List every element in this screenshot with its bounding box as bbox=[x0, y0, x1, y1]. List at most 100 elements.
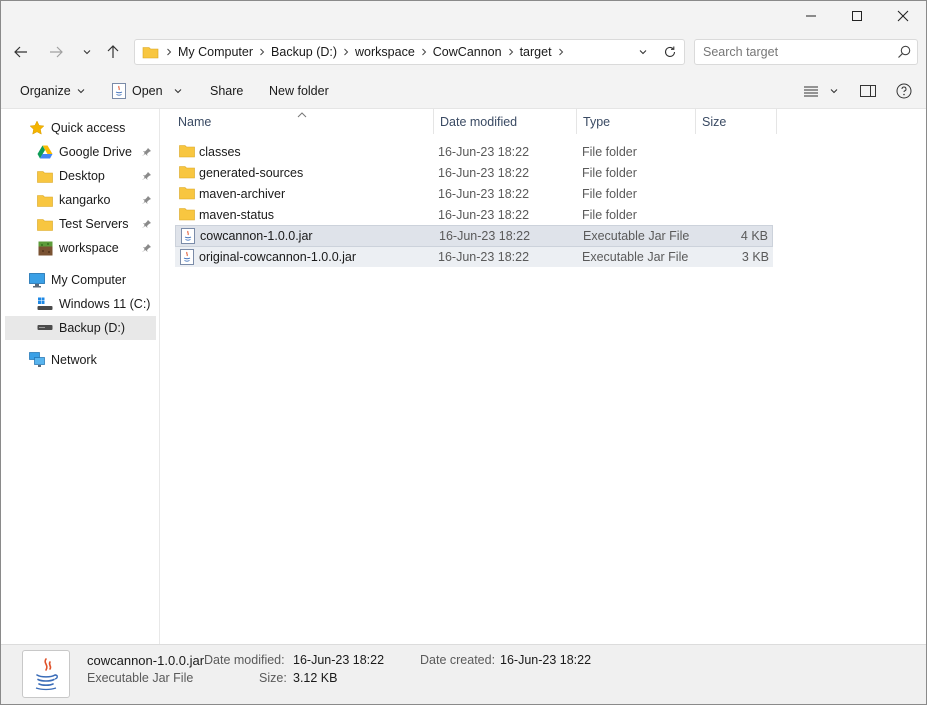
pin-icon[interactable] bbox=[141, 212, 153, 236]
organize-button[interactable]: Organize bbox=[20, 73, 86, 109]
details-size-label: Size: bbox=[259, 671, 287, 685]
sidebar-item-label: Desktop bbox=[59, 169, 105, 183]
sidebar-item-workspace[interactable]: workspace bbox=[37, 236, 119, 260]
address-row: My Computer Backup (D:) workspace CowCan… bbox=[1, 33, 926, 73]
sidebar-item-label: Backup (D:) bbox=[59, 321, 125, 335]
sidebar-item-label: Google Drive bbox=[59, 145, 132, 159]
details-pane: cowcannon-1.0.0.jar Executable Jar File … bbox=[1, 644, 926, 704]
share-button[interactable]: Share bbox=[210, 73, 243, 109]
preview-pane-button[interactable] bbox=[860, 73, 876, 109]
sidebar-item-label: Quick access bbox=[51, 121, 126, 135]
minecraft-block-icon bbox=[37, 240, 53, 256]
arrow-up-icon bbox=[107, 45, 119, 58]
chevron-right-icon bbox=[162, 48, 176, 56]
refresh-button[interactable] bbox=[656, 40, 684, 64]
pin-icon[interactable] bbox=[141, 164, 153, 188]
column-header-size[interactable]: Size bbox=[696, 109, 777, 134]
sidebar-item-label: Network bbox=[51, 353, 97, 367]
drive-icon bbox=[37, 320, 53, 336]
file-name: original-cowcannon-1.0.0.jar bbox=[199, 250, 357, 264]
chevron-down-icon bbox=[174, 89, 181, 94]
breadcrumb-workspace[interactable]: workspace bbox=[353, 45, 417, 59]
sidebar-item-kangarko[interactable]: kangarko bbox=[37, 188, 110, 212]
sidebar-item-label: Test Servers bbox=[59, 217, 129, 231]
open-button[interactable]: Open bbox=[111, 73, 183, 109]
up-button[interactable] bbox=[100, 40, 126, 64]
file-list: Name Date modified Type Size classes 16-… bbox=[161, 109, 926, 644]
sidebar-item-google-drive[interactable]: Google Drive bbox=[37, 140, 132, 164]
details-date-created: 16-Jun-23 18:22 bbox=[500, 653, 592, 667]
arrow-right-icon bbox=[50, 46, 63, 58]
sidebar-item-desktop[interactable]: Desktop bbox=[37, 164, 105, 188]
maximize-button[interactable] bbox=[834, 1, 880, 31]
file-row[interactable]: maven-archiver 16-Jun-23 18:22 File fold… bbox=[175, 184, 773, 204]
sidebar-item-test-servers[interactable]: Test Servers bbox=[37, 212, 128, 236]
folder-icon bbox=[179, 144, 195, 160]
file-thumbnail bbox=[22, 650, 70, 698]
breadcrumb-my-computer[interactable]: My Computer bbox=[176, 45, 255, 59]
file-size: 3 KB bbox=[741, 250, 769, 264]
file-name: cowcannon-1.0.0.jar bbox=[200, 229, 313, 243]
search-icon[interactable] bbox=[897, 45, 911, 62]
file-type: Executable Jar File bbox=[583, 229, 690, 243]
breadcrumb-backup-drive[interactable]: Backup (D:) bbox=[269, 45, 339, 59]
chevron-down-icon bbox=[639, 50, 647, 55]
sidebar-item-label: workspace bbox=[59, 241, 119, 255]
chevron-right-icon[interactable] bbox=[255, 48, 269, 56]
breadcrumb: My Computer Backup (D:) workspace CowCan… bbox=[176, 45, 568, 59]
address-controls bbox=[630, 40, 684, 64]
close-button[interactable] bbox=[880, 1, 926, 31]
new-folder-button[interactable]: New folder bbox=[269, 73, 329, 109]
breadcrumb-target[interactable]: target bbox=[518, 45, 554, 59]
chevron-right-icon[interactable] bbox=[339, 48, 353, 56]
arrow-left-icon bbox=[14, 46, 27, 58]
address-history-button[interactable] bbox=[630, 40, 656, 64]
search-box bbox=[694, 39, 918, 65]
file-row[interactable]: classes 16-Jun-23 18:22 File folder bbox=[175, 142, 773, 162]
address-bar[interactable]: My Computer Backup (D:) workspace CowCan… bbox=[134, 39, 685, 65]
details-date-modified: 16-Jun-23 18:22 bbox=[293, 653, 385, 667]
back-button[interactable] bbox=[8, 40, 34, 64]
pin-icon[interactable] bbox=[141, 140, 153, 164]
file-type: Executable Jar File bbox=[582, 250, 689, 264]
file-row[interactable]: generated-sources 16-Jun-23 18:22 File f… bbox=[175, 163, 773, 183]
chevron-down-icon bbox=[77, 89, 85, 94]
details-date-modified-label: Date modified: bbox=[204, 653, 285, 667]
file-row-selected[interactable]: cowcannon-1.0.0.jar 16-Jun-23 18:22 Exec… bbox=[175, 225, 773, 247]
chevron-right-icon[interactable] bbox=[554, 48, 568, 56]
sidebar-item-network[interactable]: Network bbox=[29, 348, 97, 372]
chevron-right-icon[interactable] bbox=[417, 48, 431, 56]
column-header-name[interactable]: Name bbox=[172, 109, 434, 134]
view-options-button[interactable] bbox=[803, 73, 839, 109]
folder-icon bbox=[179, 207, 195, 223]
sidebar-item-my-computer[interactable]: My Computer bbox=[29, 268, 126, 292]
star-icon bbox=[29, 120, 45, 136]
column-header-type[interactable]: Type bbox=[577, 109, 696, 134]
search-input[interactable] bbox=[695, 45, 885, 59]
details-date-created-label: Date created: bbox=[420, 653, 496, 667]
file-explorer-window: My Computer Backup (D:) workspace CowCan… bbox=[0, 0, 927, 705]
pin-icon[interactable] bbox=[141, 188, 153, 212]
chevron-right-icon[interactable] bbox=[504, 48, 518, 56]
sidebar-item-backup-d[interactable]: Backup (D:) bbox=[5, 316, 156, 340]
pin-icon[interactable] bbox=[141, 236, 153, 260]
minimize-button[interactable] bbox=[788, 1, 834, 31]
file-date: 16-Jun-23 18:22 bbox=[438, 145, 530, 159]
column-header-date[interactable]: Date modified bbox=[434, 109, 577, 134]
forward-button[interactable] bbox=[43, 40, 69, 64]
recent-locations-button[interactable] bbox=[77, 40, 97, 64]
google-drive-icon bbox=[37, 144, 53, 160]
file-row[interactable]: original-cowcannon-1.0.0.jar 16-Jun-23 1… bbox=[175, 247, 773, 267]
file-date: 16-Jun-23 18:22 bbox=[438, 187, 530, 201]
help-button[interactable] bbox=[896, 73, 912, 109]
sidebar-item-label: kangarko bbox=[59, 193, 111, 207]
file-row[interactable]: maven-status 16-Jun-23 18:22 File folder bbox=[175, 205, 773, 225]
sidebar-item-quick-access[interactable]: Quick access bbox=[29, 116, 125, 140]
file-type: File folder bbox=[582, 145, 637, 159]
details-file-name: cowcannon-1.0.0.jar bbox=[87, 653, 205, 668]
details-file-type: Executable Jar File bbox=[87, 671, 194, 685]
breadcrumb-cowcannon[interactable]: CowCannon bbox=[431, 45, 504, 59]
sidebar-item-windows-c[interactable]: Windows 11 (C:) bbox=[37, 292, 150, 316]
navigation-pane: Quick access Google Drive Desktop kangar… bbox=[1, 109, 160, 644]
maximize-icon bbox=[852, 11, 862, 21]
